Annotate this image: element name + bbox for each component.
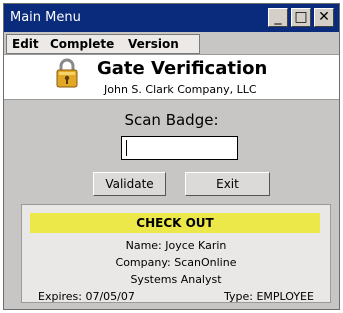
result-company: Company: ScanOnline [115,256,237,269]
exit-button[interactable]: Exit [185,172,270,196]
window-title: Main Menu [10,10,81,25]
menu-bar: Edit Complete Version [6,34,200,54]
menu-item-complete[interactable]: Complete [50,37,114,51]
scan-badge-label: Scan Badge: [124,111,219,129]
status-banner: CHECK OUT [30,213,320,233]
company-subtitle: John S. Clark Company, LLC [104,83,257,96]
maximize-button[interactable]: □ [291,8,311,27]
scan-badge-input[interactable] [121,136,238,160]
text-caret [126,140,127,156]
menu-item-version[interactable]: Version [128,37,179,51]
page-title: Gate Verification [97,58,268,79]
lock-icon [56,58,78,88]
result-job-title: Systems Analyst [130,273,222,286]
minimize-button[interactable]: _ [268,8,288,27]
validate-button[interactable]: Validate [93,172,166,196]
header: Gate Verification John S. Clark Company,… [4,54,339,100]
minimize-icon: _ [274,9,282,25]
close-button[interactable]: ✕ [314,8,334,27]
maximize-icon: □ [294,9,308,25]
result-expires: Expires: 07/05/07 [38,290,135,303]
menu-item-edit[interactable]: Edit [12,37,39,51]
close-icon: ✕ [318,9,330,25]
result-panel: CHECK OUT Name: Joyce Karin Company: Sca… [21,204,331,303]
result-type: Type: EMPLOYEE [224,290,314,303]
result-name: Name: Joyce Karin [125,239,227,252]
main-window: Main Menu _ □ ✕ Edit Complete Version Ga… [3,3,340,310]
title-bar: Main Menu _ □ ✕ [4,4,339,32]
